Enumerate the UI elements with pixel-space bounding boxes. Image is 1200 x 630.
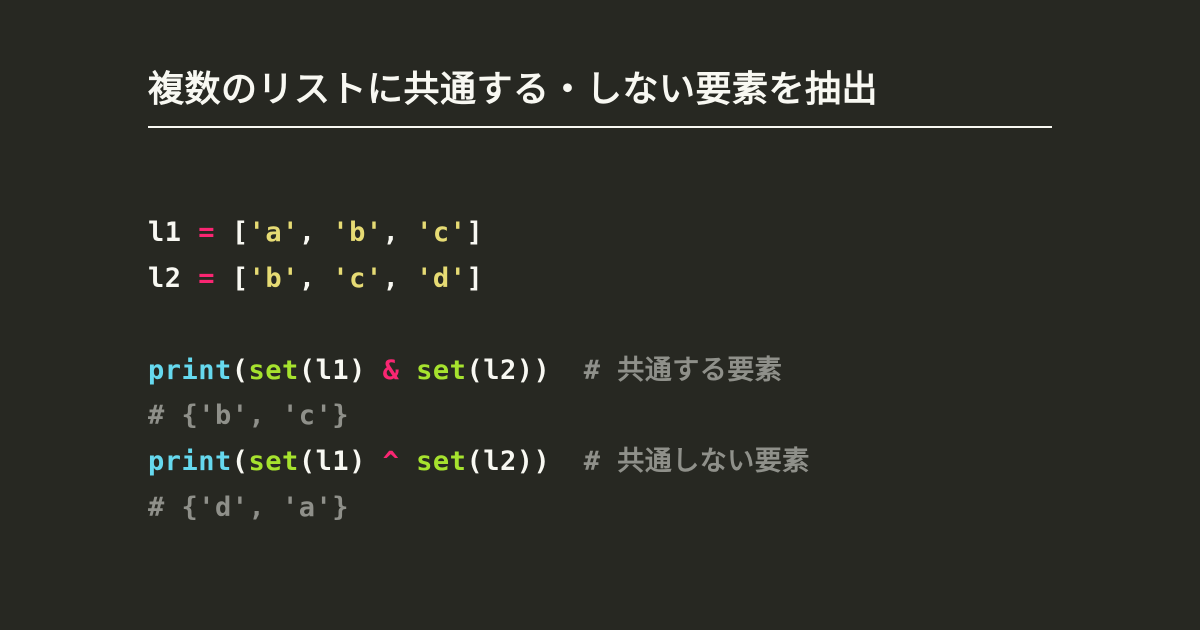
- op-eq: =: [198, 217, 215, 248]
- space: [215, 263, 232, 294]
- op-amp: &: [383, 355, 400, 386]
- str-b: 'b': [249, 263, 299, 294]
- gap: [550, 446, 584, 477]
- paren-open: (: [466, 446, 483, 477]
- var-l1: l1: [316, 446, 350, 477]
- str-d: 'd': [416, 263, 466, 294]
- var-l1: l1: [316, 355, 350, 386]
- builtin-set: set: [416, 446, 466, 477]
- code-line-6: # {'d', 'a'}: [148, 492, 349, 523]
- paren-open: (: [232, 355, 249, 386]
- builtin-set: set: [249, 446, 299, 477]
- paren-close-sp: ): [349, 355, 383, 386]
- paren-close: )): [517, 446, 551, 477]
- bracket-close: ]: [466, 263, 483, 294]
- paren-open: (: [299, 355, 316, 386]
- code-line-blank: [148, 309, 165, 340]
- code-line-5: print(set(l1) ^ set(l2)) # 共通しない要素: [148, 446, 810, 477]
- space: [399, 446, 416, 477]
- str-b: 'b': [332, 217, 382, 248]
- str-c: 'c': [416, 217, 466, 248]
- comma: ,: [299, 263, 333, 294]
- bracket-close: ]: [466, 217, 483, 248]
- paren-open: (: [466, 355, 483, 386]
- comment: # {'d', 'a'}: [148, 492, 349, 523]
- str-a: 'a': [249, 217, 299, 248]
- func-print: print: [148, 355, 232, 386]
- paren-open: (: [299, 446, 316, 477]
- code-line-4: # {'b', 'c'}: [148, 400, 349, 431]
- paren-close: )): [517, 355, 551, 386]
- comma: ,: [383, 217, 417, 248]
- str-c: 'c': [332, 263, 382, 294]
- bracket-open: [: [232, 263, 249, 294]
- comma: ,: [383, 263, 417, 294]
- code-line-1: l1 = ['a', 'b', 'c']: [148, 217, 483, 248]
- page-title: 複数のリストに共通する・しない要素を抽出: [148, 60, 1052, 128]
- code-line-3: print(set(l1) & set(l2)) # 共通する要素: [148, 355, 782, 386]
- var-l2: l2: [483, 355, 517, 386]
- comment: # 共通する要素: [584, 355, 783, 386]
- comma: ,: [299, 217, 333, 248]
- bracket-open: [: [232, 217, 249, 248]
- paren-open: (: [232, 446, 249, 477]
- gap: [550, 355, 584, 386]
- code-line-2: l2 = ['b', 'c', 'd']: [148, 263, 483, 294]
- var-l1: l1: [148, 217, 198, 248]
- builtin-set: set: [416, 355, 466, 386]
- func-print: print: [148, 446, 232, 477]
- var-l2: l2: [148, 263, 198, 294]
- builtin-set: set: [249, 355, 299, 386]
- space: [215, 217, 232, 248]
- paren-close-sp: ): [349, 446, 383, 477]
- var-l2: l2: [483, 446, 517, 477]
- comment: # {'b', 'c'}: [148, 400, 349, 431]
- comment: # 共通しない要素: [584, 446, 810, 477]
- space: [399, 355, 416, 386]
- op-eq: =: [198, 263, 215, 294]
- op-xor: ^: [383, 446, 400, 477]
- code-block: l1 = ['a', 'b', 'c'] l2 = ['b', 'c', 'd'…: [148, 164, 1052, 531]
